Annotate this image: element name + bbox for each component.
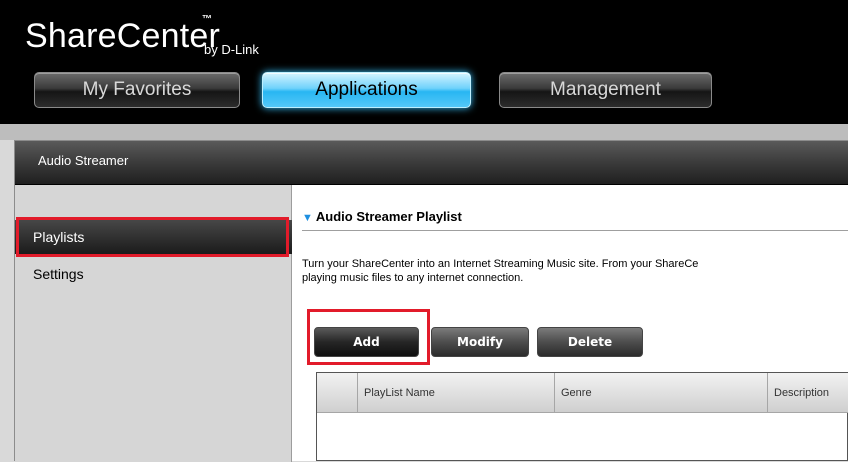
add-button[interactable]: Add (314, 327, 419, 357)
brand-trademark: ™ (202, 14, 212, 25)
tab-applications[interactable]: Applications (262, 72, 471, 108)
brand-byline: by D-Link (204, 42, 259, 57)
column-header-select[interactable] (317, 373, 357, 413)
main-content: ▼ Audio Streamer Playlist Turn your Share… (292, 185, 848, 461)
section-divider (302, 230, 848, 231)
brand-logo: ShareCenter (25, 17, 220, 55)
collapse-triangle-icon[interactable]: ▼ (302, 212, 313, 224)
modify-button[interactable]: Modify (431, 327, 529, 357)
description-line-1: Turn your ShareCenter into an Internet S… (302, 258, 699, 270)
column-header-playlist-name[interactable]: PlayList Name (357, 373, 554, 413)
header: ShareCenter ™ by D-Link My Favorites App… (0, 0, 848, 124)
column-header-description[interactable]: Description (767, 373, 848, 413)
section-title: ▼ Audio Streamer Playlist (302, 209, 462, 224)
tab-management[interactable]: Management (499, 72, 712, 108)
header-divider (0, 124, 848, 140)
sidebar-item-playlists[interactable]: Playlists (15, 220, 292, 254)
column-header-genre[interactable]: Genre (554, 373, 767, 413)
delete-button[interactable]: Delete (537, 327, 643, 357)
panel-title-bar: Audio Streamer (15, 141, 848, 185)
playlist-table: PlayList Name Genre Description (316, 372, 848, 461)
sidebar-item-settings[interactable]: Settings (15, 263, 292, 285)
sidebar: Playlists Settings (15, 185, 292, 462)
section-title-text: Audio Streamer Playlist (315, 209, 462, 224)
description: Turn your ShareCenter into an Internet S… (302, 257, 848, 285)
panel-title: Audio Streamer (38, 153, 129, 168)
description-line-2: playing music files to any internet conn… (302, 272, 524, 284)
table-header: PlayList Name Genre Description (317, 373, 848, 413)
tab-my-favorites[interactable]: My Favorites (34, 72, 240, 108)
